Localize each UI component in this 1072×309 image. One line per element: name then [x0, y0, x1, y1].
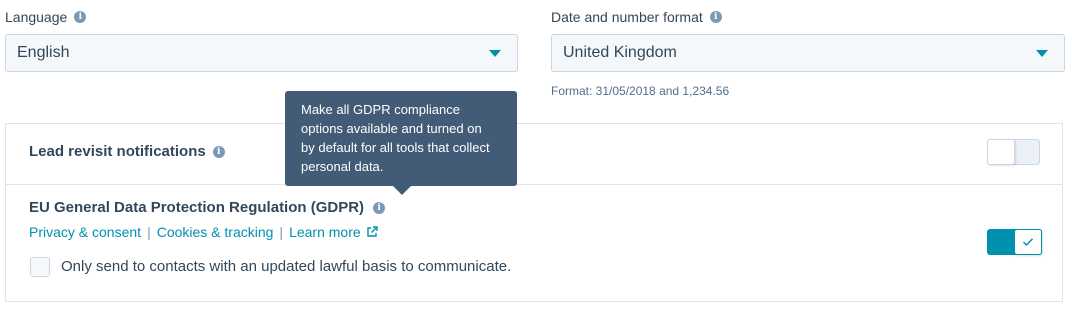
toggle-knob — [1014, 229, 1042, 255]
gdpr-tooltip: Make all GDPR compliance options availab… — [285, 91, 517, 186]
learn-more-link[interactable]: Learn more — [289, 224, 361, 240]
date-format-hint: Format: 31/05/2018 and 1,234.56 — [551, 84, 730, 98]
tooltip-line: personal data. — [301, 159, 384, 174]
info-icon[interactable]: i — [74, 11, 87, 23]
link-separator: | — [279, 224, 284, 240]
gdpr-title-text: EU General Data Protection Regulation (G… — [29, 199, 365, 216]
external-link-icon[interactable] — [366, 226, 378, 238]
language-select-value: English — [17, 44, 70, 61]
link-separator: | — [147, 224, 151, 240]
language-select[interactable]: English — [5, 34, 518, 72]
checkmark-icon — [1022, 238, 1034, 247]
language-label-text: Language — [5, 9, 68, 25]
date-format-label-text: Date and number format — [551, 9, 703, 25]
lawful-basis-checkbox[interactable] — [30, 257, 50, 277]
gdpr-title: EU General Data Protection Regulation (G… — [29, 199, 386, 216]
lead-revisit-toggle[interactable] — [987, 139, 1040, 165]
date-format-select[interactable]: United Kingdom — [551, 34, 1065, 72]
privacy-consent-link[interactable]: Privacy & consent — [29, 224, 141, 240]
tooltip-line: options available and turned on — [301, 121, 482, 136]
date-format-select-value: United Kingdom — [563, 44, 677, 61]
toggle-knob — [987, 139, 1015, 165]
gdpr-links: Privacy & consent | Cookies & tracking |… — [29, 224, 378, 240]
tooltip-line: by default for all tools that collect — [301, 140, 490, 155]
gdpr-toggle[interactable] — [987, 229, 1042, 255]
info-icon[interactable]: i — [709, 11, 722, 23]
info-icon[interactable]: i — [212, 145, 225, 158]
lead-revisit-title-text: Lead revisit notifications — [29, 143, 206, 160]
lawful-basis-checkbox-label[interactable]: Only send to contacts with an updated la… — [61, 258, 511, 275]
row-divider — [5, 184, 1063, 185]
tooltip-line: Make all GDPR compliance — [301, 102, 460, 117]
chevron-down-icon — [489, 50, 501, 57]
tooltip-arrow — [393, 186, 411, 195]
info-icon[interactable]: i — [373, 201, 386, 214]
lead-revisit-title: Lead revisit notifications i — [29, 143, 225, 160]
cookies-tracking-link[interactable]: Cookies & tracking — [157, 224, 274, 240]
chevron-down-icon — [1036, 50, 1048, 57]
date-format-label: Date and number format i — [551, 8, 722, 26]
language-label: Language i — [5, 8, 87, 26]
